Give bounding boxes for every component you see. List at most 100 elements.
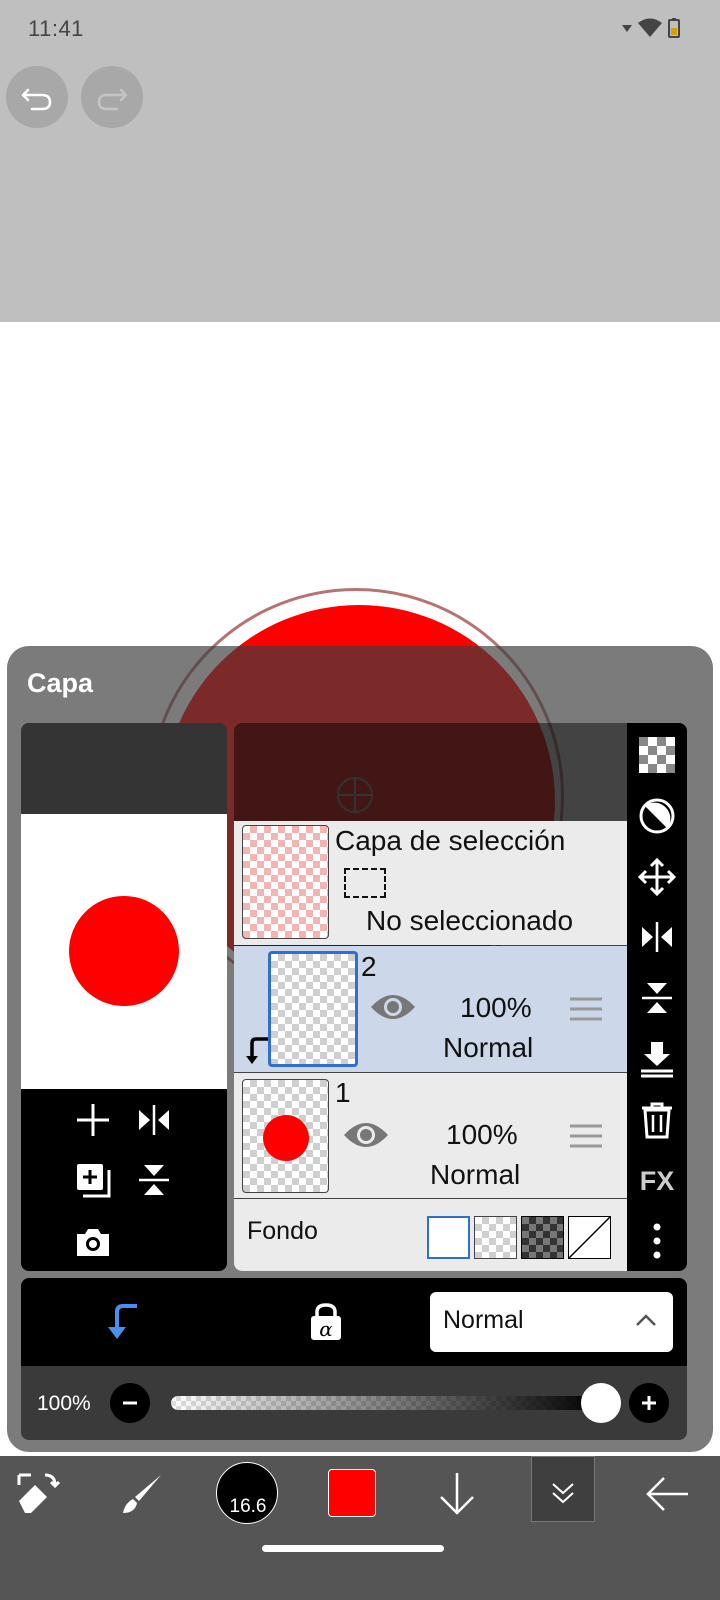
delete-layer-button[interactable] <box>633 1096 681 1144</box>
selection-marquee-icon <box>344 868 386 898</box>
eraser-swap-button[interactable] <box>14 1470 62 1518</box>
layer-1-name: 1 <box>335 1077 351 1108</box>
wifi-icon <box>638 18 662 37</box>
more-options-button[interactable] <box>633 1217 681 1265</box>
background-dark-option[interactable] <box>521 1216 564 1259</box>
undo-icon <box>21 88 52 111</box>
layer-1-opacity: 100% <box>446 1119 518 1150</box>
opacity-slider-knob[interactable] <box>581 1383 621 1423</box>
layer-row-2[interactable]: 2 100% Normal <box>234 946 628 1072</box>
clipping-toggle-button[interactable] <box>98 1298 146 1346</box>
layer-2-drag-handle-icon[interactable] <box>570 996 602 1022</box>
opacity-value-label: 100% <box>37 1392 91 1415</box>
flip-vertical-icon <box>642 983 672 1013</box>
trash-icon <box>642 1102 672 1139</box>
chevron-up-icon <box>636 1314 656 1326</box>
selection-layer-row[interactable]: Capa de selección No seleccionado <box>234 821 628 945</box>
duplicate-icon <box>77 1164 111 1198</box>
preview-header <box>21 723 227 814</box>
alpha-lock-button[interactable]: α <box>302 1298 350 1346</box>
canvas-preview[interactable] <box>21 814 227 1089</box>
brush-size-value: 16.6 <box>229 1496 267 1517</box>
back-button[interactable] <box>643 1470 691 1518</box>
more-vertical-icon <box>653 1223 661 1259</box>
opacity-slider-track[interactable] <box>171 1396 601 1410</box>
add-layer-button[interactable] <box>69 1096 117 1144</box>
background-none-option[interactable] <box>568 1216 611 1259</box>
arrow-down-icon <box>440 1473 474 1515</box>
status-time: 11:41 <box>28 16 84 41</box>
clipping-arrow-icon <box>108 1304 137 1339</box>
layers-list: Capa de selección No seleccionado 2 100%… <box>234 723 628 1271</box>
flip-horizontal-icon <box>642 922 672 952</box>
layer-tools-sidebar: FX <box>627 723 687 1271</box>
plus-icon <box>77 1104 109 1136</box>
canvas-preview-box <box>21 723 227 1271</box>
signal-icon <box>622 25 632 32</box>
camera-button[interactable] <box>69 1218 117 1266</box>
top-toolbar-area <box>0 0 720 322</box>
duplicate-layer-button[interactable] <box>69 1156 117 1204</box>
opacity-decrease-button[interactable] <box>110 1383 150 1423</box>
layer-2-opacity: 100% <box>460 992 532 1023</box>
selection-layer-thumbnail <box>242 825 329 939</box>
system-nav-handle[interactable] <box>262 1545 444 1552</box>
brush-icon <box>123 1475 161 1513</box>
sidebar-flip-vertical-button[interactable] <box>633 974 681 1022</box>
move-icon <box>638 858 676 896</box>
background-label: Fondo <box>247 1217 318 1245</box>
fx-button[interactable]: FX <box>633 1157 681 1205</box>
move-layer-button[interactable] <box>633 853 681 901</box>
minus-icon <box>123 1401 137 1405</box>
background-transparent-option[interactable] <box>474 1216 517 1259</box>
clear-circle-icon <box>639 798 675 834</box>
selection-layer-status: No seleccionado <box>366 905 574 936</box>
current-color-swatch[interactable] <box>328 1469 376 1517</box>
transparency-lock-button[interactable] <box>633 731 681 779</box>
selection-layer-title: Capa de selección <box>335 825 566 856</box>
plus-icon <box>642 1396 656 1410</box>
layer-1-thumbnail[interactable] <box>242 1079 329 1193</box>
camera-icon <box>77 1229 109 1256</box>
preview-red-dot <box>69 896 179 1006</box>
collapse-panel-button[interactable] <box>531 1456 595 1522</box>
blend-mode-value: Normal <box>443 1306 524 1334</box>
layer-2-name: 2 <box>361 951 377 982</box>
background-white-option[interactable] <box>427 1216 470 1259</box>
clear-layer-button[interactable] <box>633 792 681 840</box>
flip-horizontal-icon <box>139 1105 169 1135</box>
brush-tool-button[interactable] <box>118 1470 166 1518</box>
checkerboard-icon <box>639 737 675 773</box>
layer-down-button[interactable] <box>433 1470 481 1518</box>
crosshair-icon <box>337 777 373 813</box>
layer-2-thumbnail[interactable] <box>268 951 358 1067</box>
panel-title: Capa <box>27 668 94 698</box>
alpha-lock-icon: α <box>311 1303 341 1341</box>
layer-1-drag-handle-icon[interactable] <box>570 1123 602 1149</box>
flip-vertical-icon <box>139 1165 169 1195</box>
arrow-left-icon <box>646 1477 688 1511</box>
layer-2-blend-mode: Normal <box>443 1032 534 1063</box>
layer-1-visibility-eye-icon[interactable] <box>342 1119 390 1151</box>
undo-button[interactable] <box>6 66 68 128</box>
double-chevron-down-icon <box>552 1483 574 1504</box>
layer-1-blend-mode: Normal <box>430 1159 521 1190</box>
eraser-swap-icon <box>17 1473 61 1513</box>
brush-size-button[interactable]: 16.6 <box>216 1462 278 1524</box>
blend-mode-select[interactable]: Normal <box>430 1292 673 1352</box>
layer-row-1[interactable]: 1 100% Normal <box>234 1073 628 1198</box>
redo-icon <box>97 88 128 111</box>
merge-down-button[interactable] <box>633 1035 681 1083</box>
flip-horizontal-button[interactable] <box>130 1096 178 1144</box>
battery-icon <box>668 18 680 38</box>
flip-vertical-button[interactable] <box>130 1156 178 1204</box>
merge-down-icon <box>641 1042 673 1078</box>
svg-text:α: α <box>319 1317 333 1341</box>
layer-1-thumbnail-dot <box>263 1115 309 1161</box>
status-icons <box>622 18 680 38</box>
background-row: Fondo <box>234 1199 628 1271</box>
redo-button[interactable] <box>81 66 143 128</box>
opacity-increase-button[interactable] <box>629 1383 669 1423</box>
sidebar-flip-horizontal-button[interactable] <box>633 913 681 961</box>
layer-2-visibility-eye-icon[interactable] <box>369 991 417 1023</box>
